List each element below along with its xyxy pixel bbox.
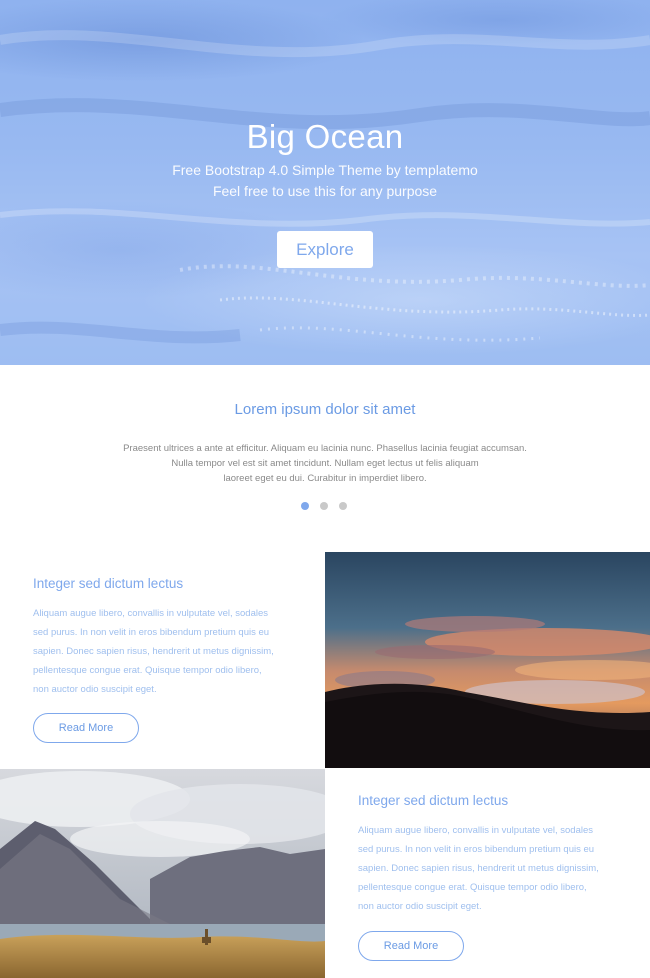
feature-text-line: sed purus. In non velit in eros bibendum… [358, 844, 595, 855]
explore-button[interactable]: Explore [277, 231, 373, 268]
carousel-dot-2[interactable] [320, 502, 328, 510]
feature-text-line: pellentesque congue erat. Quisque tempor… [33, 665, 262, 676]
read-more-button[interactable]: Read More [358, 931, 464, 961]
hero-banner: Big Ocean Free Bootstrap 4.0 Simple Them… [0, 0, 650, 365]
intro-text-line: Praesent ultrices a ante at efficitur. A… [123, 443, 527, 454]
carousel-dot-3[interactable] [339, 502, 347, 510]
mountain-photo [0, 769, 325, 978]
carousel-dot-1[interactable] [301, 502, 309, 510]
feature-text-line: non auctor odio suscipit eget. [358, 901, 482, 912]
carousel-indicators [301, 502, 347, 510]
feature-text-line: pellentesque congue erat. Quisque tempor… [358, 882, 587, 893]
hero-subtitle-line1: Free Bootstrap 4.0 Simple Theme by templ… [172, 162, 478, 178]
sunset-photo [325, 552, 650, 768]
feature-text-line: sapien. Donec sapien risus, hendrerit ut… [33, 646, 274, 657]
feature-text-line: sapien. Donec sapien risus, hendrerit ut… [358, 863, 599, 874]
read-more-button[interactable]: Read More [33, 713, 139, 743]
feature-text-line: non auctor odio suscipit eget. [33, 684, 157, 695]
feature-text-line: Aliquam augue libero, convallis in vulpu… [33, 608, 268, 619]
hero-subtitle-line2: Feel free to use this for any purpose [212, 183, 438, 199]
intro-text-line: Nulla tempor vel est sit amet tincidunt.… [171, 458, 479, 469]
intro-title: Lorem ipsum dolor sit amet [234, 401, 416, 418]
feature-text-line: sed purus. In non velit in eros bibendum… [33, 627, 270, 638]
feature-title: Integer sed dictum lectus [33, 576, 184, 591]
feature-title: Integer sed dictum lectus [358, 793, 509, 808]
intro-text-line: laoreet eget eu dui. Curabitur in imperd… [223, 473, 427, 484]
feature-text-line: Aliquam augue libero, convallis in vulpu… [358, 825, 593, 836]
hero-title: Big Ocean [246, 118, 404, 156]
